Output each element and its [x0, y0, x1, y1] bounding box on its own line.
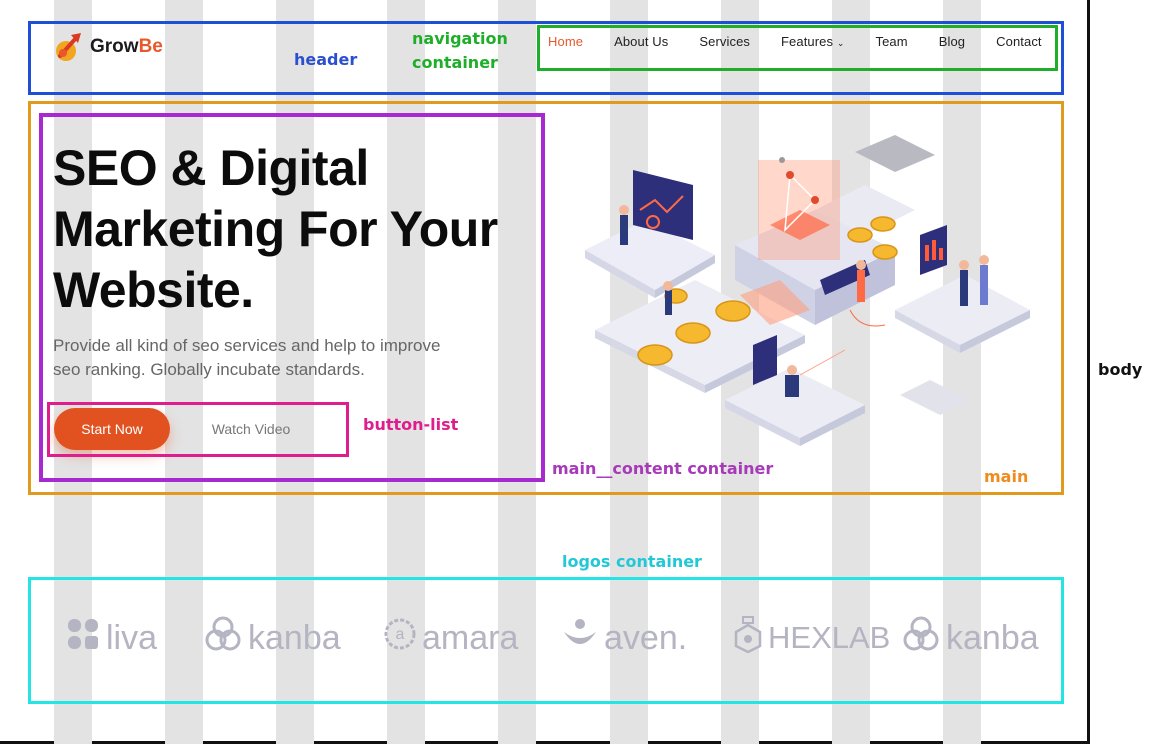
liva-logo-icon [66, 617, 100, 660]
logo-aven: aven. [562, 610, 687, 666]
brand-logo[interactable]: GrowBe [54, 30, 163, 64]
main-annotation: main [984, 467, 1029, 486]
logo-aven-text: aven. [604, 618, 688, 657]
logos-annotation: logos container [562, 552, 702, 571]
nav-features-label: Features [781, 34, 834, 49]
nav-contact[interactable]: Contact [996, 34, 1042, 49]
page-body: GrowBe Home About Us Services Features ⌄… [0, 0, 1090, 744]
hero-subtitle-line: Provide all kind of seo services and hel… [53, 336, 441, 355]
watch-video-button[interactable]: Watch Video [190, 408, 312, 450]
logo-kanba-2: kanba [902, 610, 1039, 666]
main-content-annotation: main__content container [552, 459, 774, 478]
hero-title-line: SEO & Digital [53, 140, 369, 196]
logo-kanba: kanba [204, 610, 341, 666]
header-annotation: header [294, 50, 358, 69]
brand-name: GrowBe [90, 36, 163, 57]
kanba-logo-icon [204, 615, 242, 662]
nav-blog[interactable]: Blog [939, 34, 965, 49]
kanba-logo-icon [902, 615, 940, 662]
logo-hexlab: HEXLAB [734, 610, 890, 666]
logo-amara-text: amara [422, 618, 519, 657]
logo-hexlab-text: HEXLAB [768, 620, 891, 655]
hero-subtitle: Provide all kind of seo services and hel… [53, 334, 483, 382]
amara-logo-icon: a [384, 618, 416, 659]
body-annotation: body [1098, 360, 1143, 379]
logo-kanba-text: kanba [248, 618, 341, 657]
rocket-logo-icon [54, 30, 82, 64]
aven-logo-icon [562, 616, 598, 661]
nav-services[interactable]: Services [699, 34, 750, 49]
navigation-annotation: navigation container [412, 29, 508, 72]
svg-text:a: a [396, 626, 405, 643]
button-list-annotation: button-list [363, 415, 459, 434]
hero-title: SEO & Digital Marketing For Your Website… [53, 138, 543, 321]
logo-liva: liva [66, 610, 157, 666]
nav-features[interactable]: Features ⌄ [781, 34, 844, 49]
logo-liva-text: liva [106, 618, 158, 657]
start-now-button[interactable]: Start Now [54, 408, 170, 450]
nav-about-us[interactable]: About Us [614, 34, 668, 49]
hero-subtitle-line: seo ranking. Globally incubate standards… [53, 360, 365, 379]
chevron-down-icon: ⌄ [836, 38, 845, 48]
header-outline [28, 21, 1064, 95]
hero-title-line: Website. [53, 262, 254, 318]
nav-team[interactable]: Team [876, 34, 908, 49]
hero-title-line: Marketing For Your [53, 201, 498, 257]
nav-home[interactable]: Home [548, 34, 583, 49]
partner-logos: liva kanba a amara aven. HEXLAB kanba [60, 610, 1050, 670]
logo-amara: a amara [384, 610, 518, 666]
main-navigation: Home About Us Services Features ⌄ Team B… [548, 34, 1042, 49]
logo-kanba-2-text: kanba [946, 618, 1039, 657]
isometric-seo-illustration [585, 135, 1030, 446]
hexlab-logo-icon [734, 615, 762, 661]
